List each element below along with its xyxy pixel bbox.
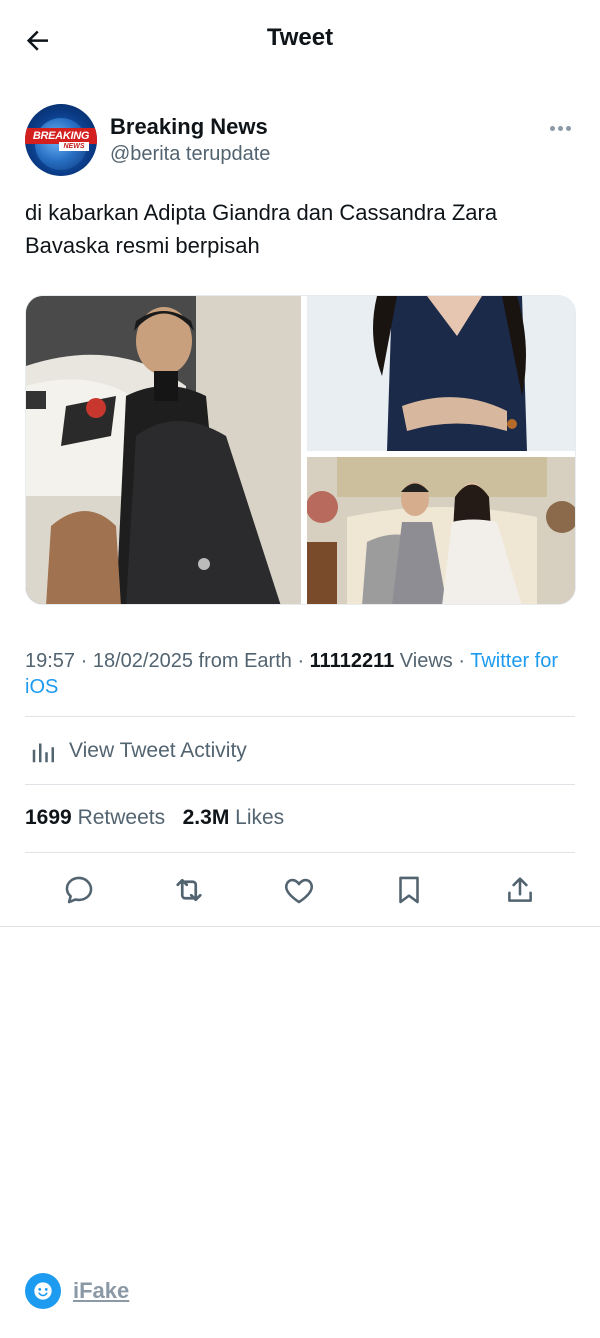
retweet-button[interactable]	[169, 870, 209, 910]
author-handle[interactable]: @berita terupdate	[110, 143, 270, 166]
view-activity-label: View Tweet Activity	[69, 739, 247, 762]
more-dot-icon	[565, 125, 571, 131]
reply-button[interactable]	[59, 870, 99, 910]
photo-woman-portrait[interactable]	[307, 296, 575, 451]
page-title: Tweet	[266, 24, 334, 51]
like-icon	[285, 878, 313, 904]
reply-icon	[65, 876, 93, 904]
retweets-count[interactable]: 1699	[25, 806, 72, 829]
retweet-icon	[176, 878, 202, 902]
divider	[0, 926, 600, 927]
bookmark-icon	[399, 876, 419, 904]
avatar[interactable]: BREAKING NEWS	[25, 104, 97, 176]
ifake-logo-icon	[25, 1273, 61, 1309]
tweet-text: di kabarkan Adipta Giandra dan Cassandra…	[25, 200, 498, 258]
meta-separator: ·	[80, 650, 93, 672]
likes-count[interactable]: 2.3M	[183, 806, 230, 829]
footer-watermark: iFake	[25, 1272, 129, 1310]
author-name[interactable]: Breaking News	[110, 114, 268, 140]
tweet-author: BREAKING NEWS Breaking News @berita teru…	[25, 104, 575, 178]
tweet-location: from Earth	[198, 650, 292, 672]
likes-label[interactable]: Likes	[235, 806, 284, 829]
retweets-label[interactable]: Retweets	[78, 806, 166, 829]
tweet-stats: 1699 Retweets 2.3M Likes	[25, 806, 575, 830]
more-options-button[interactable]	[545, 118, 575, 138]
meta-separator: ·	[297, 650, 310, 672]
share-button[interactable]	[500, 870, 540, 910]
share-icon	[508, 877, 532, 902]
divider	[25, 784, 575, 785]
tweet-meta: 19:57 · 18/02/2025 from Earth · 11112211…	[25, 648, 580, 700]
like-button[interactable]	[279, 870, 319, 910]
tweet-media-grid	[25, 295, 576, 605]
tweet-time: 19:57	[25, 650, 76, 672]
views-label: Views	[399, 650, 453, 672]
header: Tweet	[0, 0, 600, 80]
bar-chart-icon	[32, 743, 54, 763]
view-activity-button[interactable]: View Tweet Activity	[25, 718, 575, 784]
tweet-actions-bar	[25, 862, 575, 918]
footer-label[interactable]: iFake	[73, 1278, 129, 1304]
more-dot-icon	[549, 125, 555, 131]
bookmark-button[interactable]	[389, 870, 429, 910]
photo-man-at-train[interactable]	[26, 296, 301, 604]
tweet-date: 18/02/2025	[92, 650, 193, 672]
divider	[25, 852, 575, 853]
meta-separator: ·	[458, 650, 471, 672]
more-dot-icon	[557, 125, 563, 131]
avatar-subtext: NEWS	[59, 142, 89, 151]
divider	[25, 716, 575, 717]
views-count: 11112211	[309, 650, 395, 672]
photo-couple-wedding[interactable]	[307, 457, 575, 604]
